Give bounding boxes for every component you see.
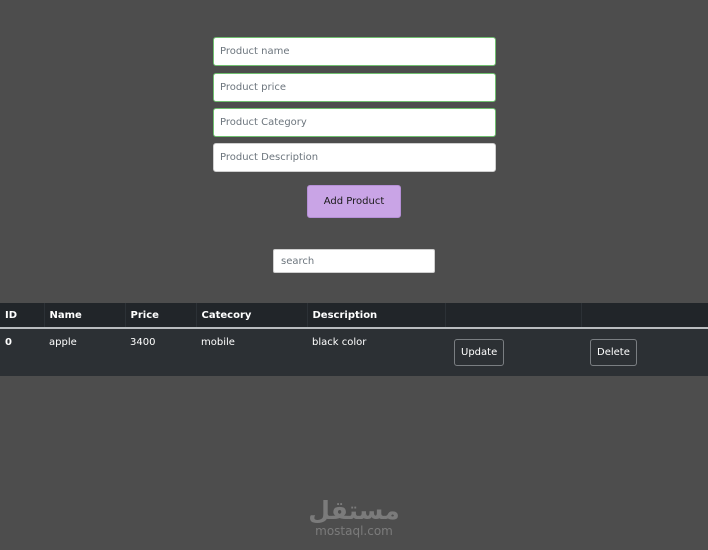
watermark-arabic-text: مستقل <box>308 496 400 525</box>
add-product-button[interactable]: Add Product <box>307 185 401 218</box>
cell-update: Update <box>445 328 581 376</box>
table-row: 0 apple 3400 mobile black color Update D… <box>0 328 708 376</box>
column-header-id: ID <box>0 303 45 329</box>
column-header-delete <box>581 303 708 329</box>
update-button[interactable]: Update <box>454 339 505 366</box>
delete-button[interactable]: Delete <box>590 339 637 366</box>
mostaql-watermark: مستقل mostaql.com <box>300 497 408 538</box>
product-name-input[interactable] <box>213 37 496 66</box>
column-header-category: Catecory <box>196 303 308 329</box>
cell-price: 3400 <box>125 328 196 376</box>
column-header-description: Description <box>307 303 446 329</box>
table-header-row: ID Name Price Catecory Description <box>0 303 708 329</box>
cell-id: 0 <box>0 328 44 376</box>
column-header-update <box>445 303 582 329</box>
watermark-latin-text: mostaql.com <box>315 524 393 538</box>
product-category-input[interactable] <box>213 108 496 137</box>
cell-delete: Delete <box>581 328 708 376</box>
search-input[interactable] <box>273 249 435 273</box>
product-description-input[interactable] <box>213 143 496 172</box>
cell-name: apple <box>44 328 125 376</box>
cell-category: mobile <box>196 328 307 376</box>
column-header-price: Price <box>125 303 197 329</box>
products-table: ID Name Price Catecory Description 0 app… <box>0 303 708 376</box>
product-price-input[interactable] <box>213 73 496 102</box>
column-header-name: Name <box>44 303 126 329</box>
cell-description: black color <box>307 328 445 376</box>
